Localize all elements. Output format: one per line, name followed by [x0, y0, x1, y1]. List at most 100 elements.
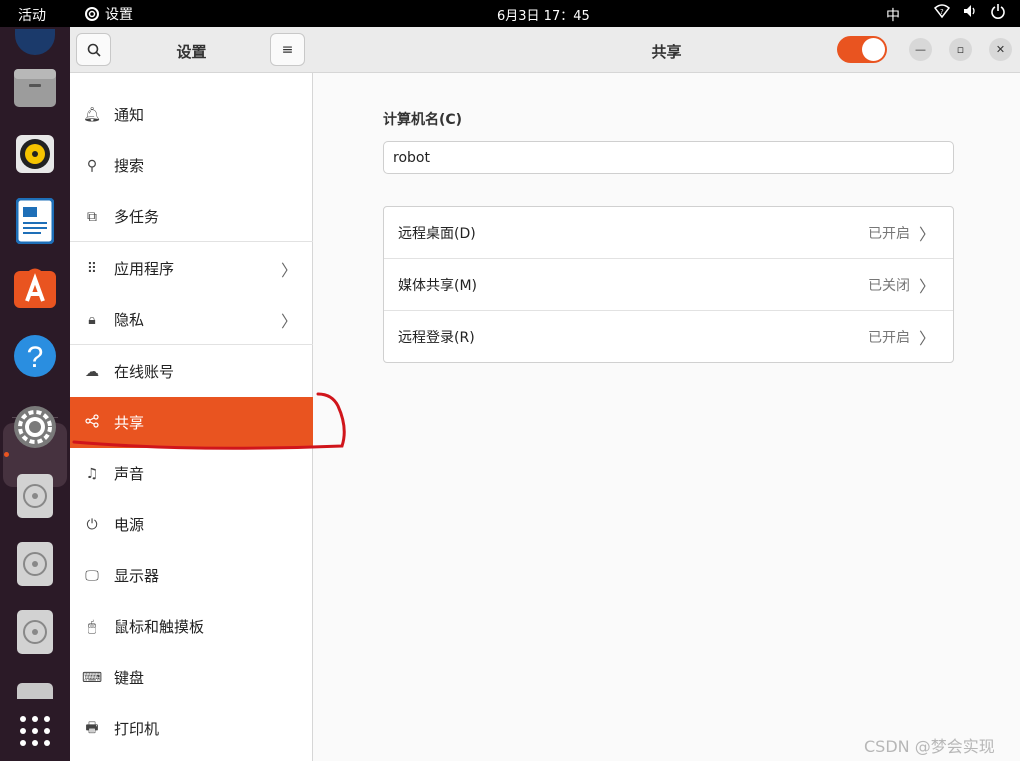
- close-icon: ✕: [995, 43, 1006, 56]
- svg-text:?: ?: [940, 8, 944, 16]
- help-icon: ?: [14, 335, 56, 377]
- sidebar-divider: [70, 344, 313, 345]
- svg-text:?: ?: [27, 341, 44, 374]
- sidebar-item-power[interactable]: ⏻ 电源: [70, 499, 313, 550]
- sidebar-item-label: 隐私: [114, 311, 145, 329]
- close-button[interactable]: ✕: [989, 38, 1012, 61]
- row-status: 已关闭: [868, 278, 910, 294]
- input-method[interactable]: 中: [886, 5, 900, 25]
- sidebar-item-privacy[interactable]: 🔒︎ 隐私 〉: [70, 294, 313, 345]
- sidebar-item-keyboard[interactable]: ⌨︎ 键盘: [70, 652, 313, 703]
- cloud-icon: ☁︎: [85, 363, 99, 380]
- keyboard-icon: ⌨︎: [81, 669, 103, 686]
- restore-icon: ▫: [956, 43, 965, 56]
- music-player-icon: [16, 135, 54, 173]
- sidebar-item-label: 键盘: [114, 669, 145, 687]
- sidebar-item-label: 显示器: [114, 567, 160, 585]
- dock-drive-3[interactable]: [12, 609, 58, 655]
- lock-icon: 🔒︎: [88, 311, 96, 328]
- hamburger-icon: ≡: [281, 41, 294, 58]
- mouse-icon: 🖱︎: [87, 618, 97, 635]
- sidebar-item-label: 搜索: [114, 157, 145, 175]
- sidebar-item-displays[interactable]: 🖵︎ 显示器: [70, 550, 313, 601]
- sidebar-divider: [70, 241, 313, 242]
- row-label: 远程桌面(D): [398, 226, 476, 242]
- main-header: 共享 — ▫ ✕: [313, 27, 1020, 73]
- row-status: 已开启: [868, 330, 910, 346]
- power-icon: ⏻: [86, 516, 98, 533]
- sidebar-item-mouse[interactable]: 🖱︎ 鼠标和触摸板: [70, 601, 313, 652]
- music-note-icon: ♫: [85, 465, 99, 482]
- sidebar-item-label: 电源: [114, 516, 145, 534]
- app-name: 设置: [105, 7, 133, 23]
- row-label: 媒体共享(M): [398, 278, 478, 294]
- remote-desktop-row[interactable]: 远程桌面(D) 已开启 〉: [384, 207, 953, 259]
- media-sharing-row[interactable]: 媒体共享(M) 已关闭 〉: [384, 259, 953, 311]
- document-icon: [16, 198, 54, 244]
- chevron-right-icon: 〉: [280, 260, 297, 280]
- system-tray[interactable]: ?: [934, 3, 1006, 19]
- app-menu[interactable]: 设置: [84, 4, 133, 24]
- sidebar-item-label: 在线账号: [114, 363, 175, 381]
- clock[interactable]: 6月3日 17：45: [497, 5, 590, 24]
- dock-app-partial[interactable]: [12, 9, 58, 55]
- sidebar-item-search[interactable]: ⚲ 搜索: [70, 140, 313, 191]
- computer-name-label: 计算机名(C): [383, 112, 463, 128]
- red-annotation-mark: [72, 392, 346, 450]
- settings-gear-icon: [14, 406, 56, 448]
- dock-settings[interactable]: [12, 404, 58, 450]
- grid-icon: ⠿: [86, 260, 98, 277]
- chevron-right-icon: 〉: [280, 311, 297, 331]
- sidebar-item-label: 应用程序: [114, 260, 175, 278]
- minimize-button[interactable]: —: [909, 38, 932, 61]
- dock-writer[interactable]: [12, 198, 58, 244]
- gear-icon: [85, 7, 99, 21]
- chevron-right-icon: 〉: [918, 277, 935, 296]
- app-grid-icon: [20, 716, 50, 746]
- display-icon: 🖵︎: [85, 567, 99, 584]
- dock-files[interactable]: [12, 65, 58, 111]
- minimize-icon: —: [915, 43, 926, 56]
- sidebar-header: 设置 ≡: [70, 27, 313, 73]
- dock-drive-1[interactable]: [12, 473, 58, 519]
- maximize-button[interactable]: ▫: [949, 38, 972, 61]
- sidebar-item-label: 声音: [114, 465, 145, 483]
- dock-show-apps[interactable]: [12, 708, 58, 754]
- volume-icon: [964, 5, 975, 17]
- disc-icon: [17, 610, 53, 654]
- sidebar-item-label: 通知: [114, 106, 145, 124]
- top-bar: 活动 设置 6月3日 17：45 中 ?: [0, 0, 1020, 27]
- watermark: CSDN @梦会实现: [864, 737, 995, 756]
- search-icon: ⚲: [86, 157, 98, 174]
- sidebar-item-multitasking[interactable]: ⧉ 多任务: [70, 191, 313, 242]
- disc-icon: [17, 542, 53, 586]
- dock-app-center[interactable]: [12, 264, 58, 310]
- sidebar-item-notifications[interactable]: 🔔︎ 通知: [70, 89, 313, 140]
- menu-button[interactable]: ≡: [270, 33, 305, 66]
- dock-drive-4[interactable]: [12, 677, 58, 699]
- dock: ?: [0, 27, 70, 761]
- chevron-right-icon: 〉: [918, 329, 935, 348]
- sidebar-item-label: 多任务: [114, 208, 160, 226]
- sidebar-item-label: 打印机: [114, 720, 160, 738]
- sidebar-item-printers[interactable]: 🖶︎ 打印机: [70, 703, 313, 754]
- computer-name-input[interactable]: [383, 141, 954, 174]
- sidebar-item-applications[interactable]: ⠿ 应用程序 〉: [70, 243, 313, 294]
- folder-icon: [14, 69, 56, 107]
- remote-login-row[interactable]: 远程登录(R) 已开启 〉: [384, 311, 953, 363]
- printer-icon: 🖶︎: [85, 719, 99, 736]
- row-label: 远程登录(R): [398, 330, 475, 346]
- network-icon: ?: [934, 4, 950, 19]
- dock-help[interactable]: ?: [12, 333, 58, 379]
- power-icon: [991, 4, 1005, 19]
- running-indicator: [4, 452, 9, 457]
- toggle-knob: [862, 38, 885, 61]
- sidebar-item-label: 鼠标和触摸板: [114, 618, 205, 636]
- sharing-options-list: 远程桌面(D) 已开启 〉 媒体共享(M) 已关闭 〉 远程登录(R) 已开启 …: [383, 206, 954, 363]
- chevron-right-icon: 〉: [918, 225, 935, 244]
- store-icon: [14, 268, 56, 308]
- dock-rhythmbox[interactable]: [12, 131, 58, 177]
- multitask-icon: ⧉: [87, 208, 97, 225]
- sharing-toggle[interactable]: [837, 36, 887, 63]
- dock-drive-2[interactable]: [12, 541, 58, 587]
